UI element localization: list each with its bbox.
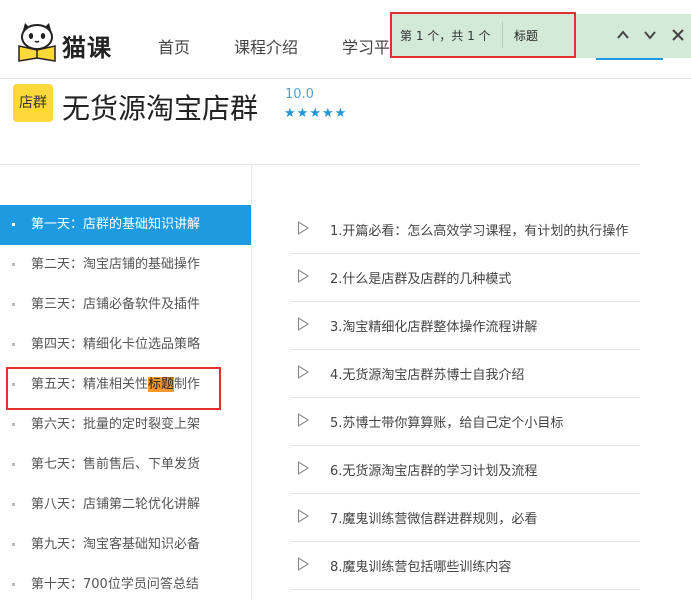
sidebar-item-day9[interactable]: 第九天：淘宝客基础知识必备 — [0, 525, 251, 565]
sidebar-item-day1[interactable]: 第一天：店群的基础知识讲解 — [0, 205, 251, 245]
lesson-item-6[interactable]: 6.无货源淘宝店群的学习计划及流程 — [290, 446, 640, 494]
annotation-box-find — [390, 12, 576, 58]
star-icon: ★ — [321, 106, 335, 121]
rating-stars: ★★★★★ — [284, 106, 347, 121]
title-divider — [0, 164, 640, 165]
lesson-item-3[interactable]: 3.淘宝精细化店群整体操作流程讲解 — [290, 302, 640, 350]
sidebar-item-day2[interactable]: 第二天：淘宝店铺的基础操作 — [0, 245, 251, 285]
logo-text: 猫课 — [62, 34, 112, 62]
lesson-item-4[interactable]: 4.无货源淘宝店群苏博士自我介绍 — [290, 350, 640, 398]
bullet — [12, 343, 15, 346]
sidebar-item-day4[interactable]: 第四天：精细化卡位选品策略 — [0, 325, 251, 365]
lesson-item-1[interactable]: 1.开篇必看：怎么高效学习课程，有计划的执行操作 — [290, 206, 640, 254]
sidebar-item-day3[interactable]: 第三天：店铺必备软件及插件 — [0, 285, 251, 325]
course-title: 无货源淘宝店群 — [62, 92, 259, 125]
course-badge: 店群 — [13, 84, 53, 122]
chevron-up-icon[interactable] — [613, 24, 633, 46]
sidebar-item-day6[interactable]: 第六天：批量的定时裂变上架 — [0, 405, 251, 445]
sidebar-divider — [251, 165, 252, 600]
star-icon: ★ — [334, 106, 348, 121]
bullet — [12, 223, 15, 226]
bullet — [12, 303, 15, 306]
bullet — [12, 423, 15, 426]
play-icon — [298, 413, 309, 427]
nav-home[interactable]: 首页 — [158, 34, 190, 58]
star-icon: ★ — [284, 106, 297, 121]
cat-reading-logo-icon[interactable] — [16, 20, 58, 62]
play-icon — [298, 557, 309, 571]
star-icon: ★ — [309, 106, 322, 121]
play-icon — [298, 221, 309, 235]
play-icon — [298, 509, 309, 523]
bullet — [12, 583, 15, 586]
bullet — [12, 463, 15, 466]
play-icon — [298, 461, 309, 475]
annotation-box-day5 — [6, 367, 221, 410]
sidebar-item-day7[interactable]: 第七天：售前售后、下单发货 — [0, 445, 251, 485]
star-icon: ★ — [296, 106, 310, 121]
lesson-item-8[interactable]: 8.魔鬼训练营包括哪些训练内容 — [290, 542, 640, 590]
bullet — [12, 503, 15, 506]
play-icon — [298, 269, 309, 283]
play-icon — [298, 317, 309, 331]
lesson-divider — [290, 589, 640, 590]
lesson-item-5[interactable]: 5.苏博士带你算算账，给自己定个小目标 — [290, 398, 640, 446]
lesson-item-7[interactable]: 7.魔鬼训练营微信群进群规则，必看 — [290, 494, 640, 542]
course-score: 10.0 — [285, 87, 314, 102]
nav-learning-platform[interactable]: 学习平台 — [342, 34, 392, 58]
bullet — [12, 543, 15, 546]
sidebar-item-day10[interactable]: 第十天：700位学员问答总结 — [0, 565, 251, 605]
lesson-item-2[interactable]: 2.什么是店群及店群的几种模式 — [290, 254, 640, 302]
bullet — [12, 263, 15, 266]
header-divider — [0, 78, 691, 79]
close-icon[interactable] — [668, 24, 688, 46]
sidebar-item-day8[interactable]: 第八天：店铺第二轮优化讲解 — [0, 485, 251, 525]
chevron-down-icon[interactable] — [640, 24, 660, 46]
nav-course-intro[interactable]: 课程介绍 — [234, 34, 298, 58]
play-icon — [298, 365, 309, 379]
